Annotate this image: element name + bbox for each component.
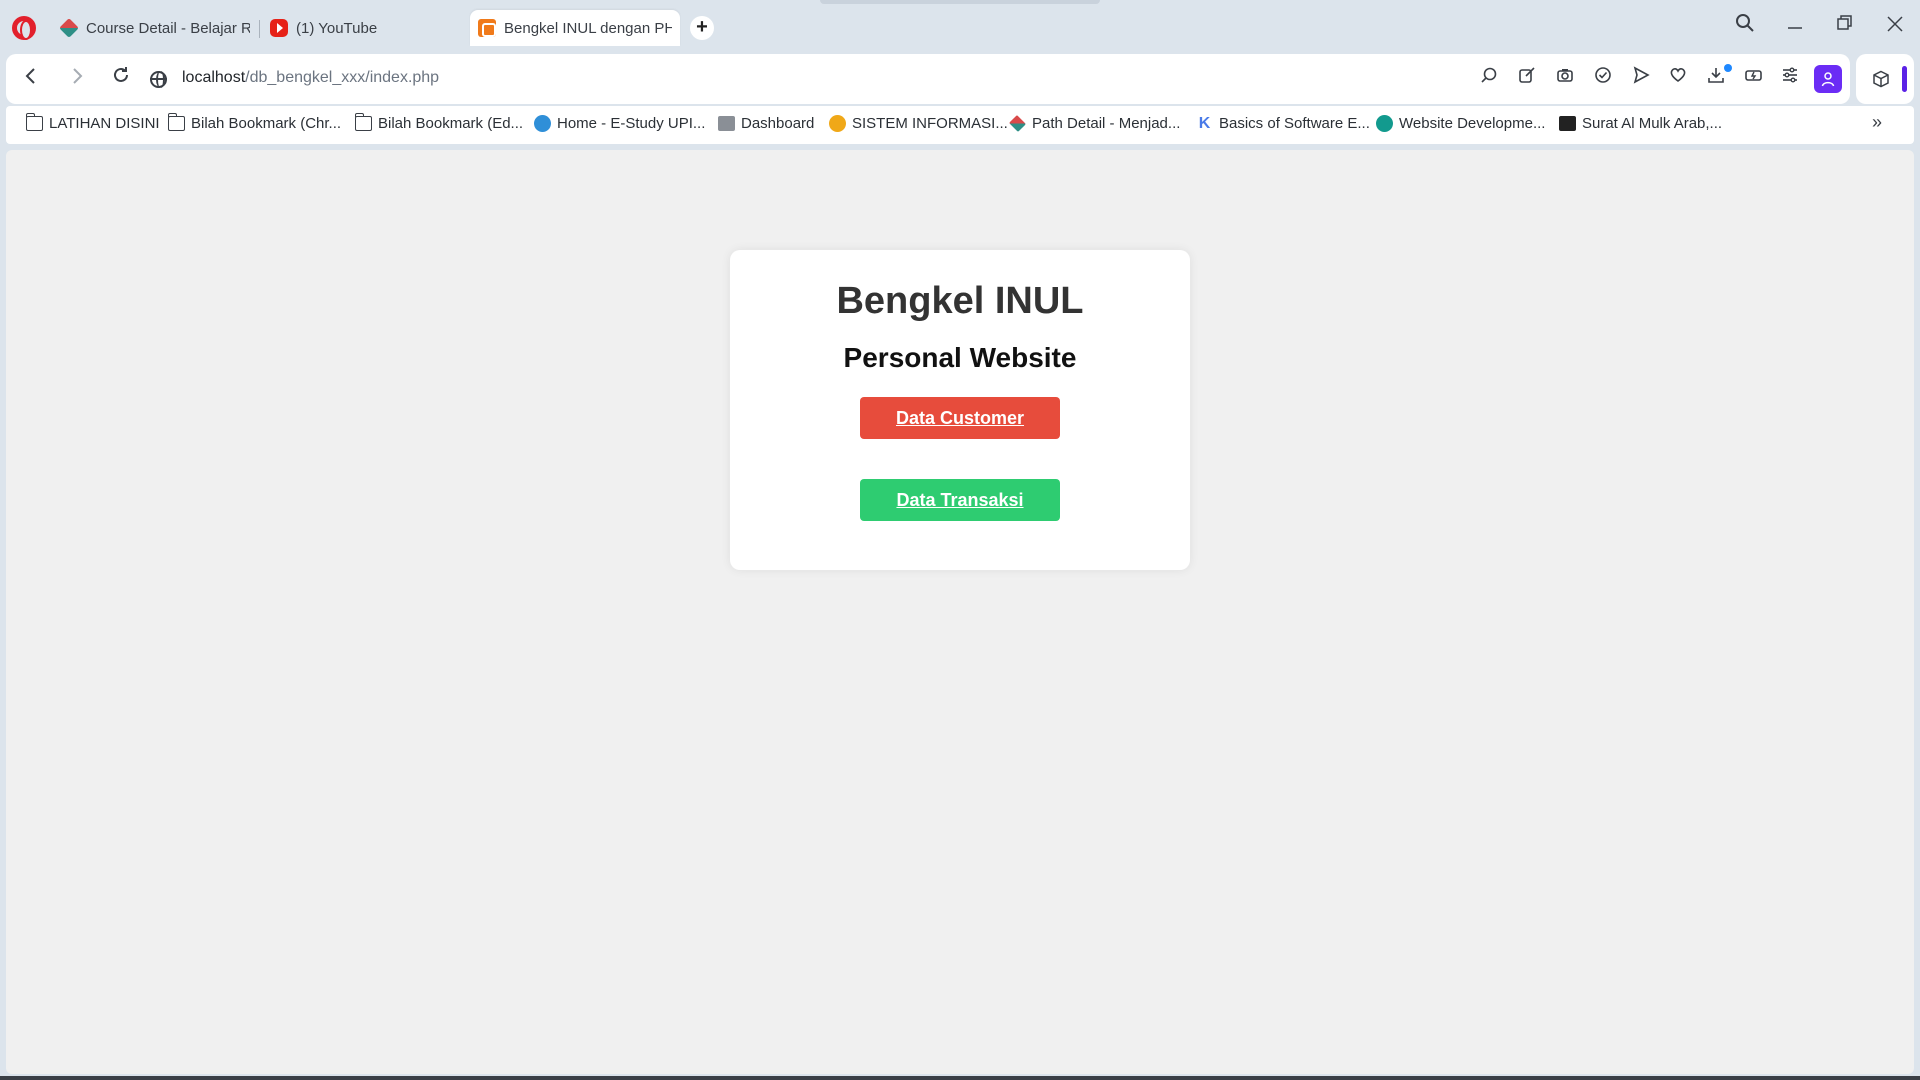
tab-strip: Course Detail - Belajar Re (1) YouTube B… [0,0,1920,54]
extensions-cube-icon[interactable] [1868,66,1894,92]
opera-logo-icon[interactable] [12,16,36,40]
restore-icon[interactable] [1830,12,1860,42]
dicoding-icon [59,18,79,38]
tab-course-detail[interactable]: Course Detail - Belajar Re [52,10,258,46]
bookmark-label: Bilah Bookmark (Chr... [191,115,342,132]
bookmark-dashboard[interactable]: Dashboard [718,115,814,132]
profile-avatar-icon[interactable] [1814,65,1842,93]
shield-check-icon[interactable] [1590,66,1616,92]
battery-saver-icon[interactable] [1741,66,1767,92]
more-bookmarks-icon[interactable]: » [1872,112,1882,133]
tab-label: Course Detail - Belajar Re [86,19,250,37]
heart-icon[interactable] [1665,66,1691,92]
bookmark-bilah-chrome[interactable]: Bilah Bookmark (Chr... [167,113,342,132]
bookmark-label: Home - E-Study UPI... [557,115,706,132]
xampp-icon [478,19,496,37]
dashboard-icon [718,116,735,131]
quran-icon [1559,116,1576,131]
folder-icon [167,113,185,131]
bookmark-basics-software[interactable]: K Basics of Software E... [1196,115,1370,132]
dicoding-icon [1009,115,1026,132]
youtube-icon [270,19,288,37]
window-notch [820,0,1100,4]
close-icon[interactable] [1880,12,1910,42]
bookmark-sistem-informasi[interactable]: SISTEM INFORMASI... [829,115,1008,132]
bookmark-label: LATIHAN DISINI [49,115,160,132]
find-icon[interactable] [1476,66,1502,92]
bookmark-surat-al-mulk[interactable]: Surat Al Mulk Arab,... [1559,115,1722,132]
download-badge [1724,64,1732,72]
new-tab-button[interactable]: + [690,16,714,40]
bookmark-label: Path Detail - Menjad... [1032,115,1181,132]
send-icon[interactable] [1628,66,1654,92]
site-info-icon[interactable] [150,71,167,88]
data-customer-button[interactable]: Data Customer [860,397,1060,439]
page-title: Bengkel INUL [836,280,1084,322]
bookmark-label: Basics of Software E... [1219,115,1370,132]
sistem-icon [829,115,846,132]
bookmark-website-development[interactable]: Website Developme... [1376,115,1545,132]
address-field[interactable]: localhost/db_bengkel_xxx/index.php [182,69,439,87]
bookmark-bilah-edge[interactable]: Bilah Bookmark (Ed... [354,113,524,132]
k-icon: K [1198,115,1211,132]
camera-icon[interactable] [1552,66,1578,92]
sidebar-handle[interactable] [1902,66,1907,92]
bookmark-label: Website Developme... [1399,115,1546,132]
main-card: Bengkel INUL Personal Website Data Custo… [730,250,1190,570]
back-icon[interactable] [16,64,46,94]
browser-window: Course Detail - Belajar Re (1) YouTube B… [0,0,1920,1080]
bookmarks-bar: LATIHAN DISINI Bilah Bookmark (Chr... Bi… [6,106,1914,144]
tab-bengkel-inul[interactable]: Bengkel INUL dengan PHP [470,10,680,46]
extensions-panel [1856,54,1914,104]
edit-icon[interactable] [1514,66,1540,92]
forward-icon[interactable] [62,64,92,94]
data-transaksi-button[interactable]: Data Transaksi [860,479,1060,521]
url-host: localhost [182,69,246,86]
tab-youtube[interactable]: (1) YouTube [262,10,462,46]
easy-setup-icon[interactable] [1777,66,1803,92]
tab-separator [259,20,260,38]
page-viewport: Bengkel INUL Personal Website Data Custo… [6,150,1914,1074]
page-subtitle: Personal Website [843,342,1077,373]
bookmark-label: Bilah Bookmark (Ed... [378,115,524,132]
minimize-icon[interactable] [1780,12,1810,42]
globe-icon [1376,115,1393,132]
bookmark-label: SISTEM INFORMASI... [852,115,1008,132]
bookmark-label: Dashboard [741,115,815,132]
bookmark-estudy[interactable]: Home - E-Study UPI... [534,115,705,132]
estudy-icon [534,115,551,132]
bookmark-label: Surat Al Mulk Arab,... [1582,115,1723,132]
bookmark-latihan-disini[interactable]: LATIHAN DISINI [25,113,160,132]
address-toolbar: localhost/db_bengkel_xxx/index.php [6,54,1850,104]
reload-icon[interactable] [106,64,136,94]
folder-icon [354,113,372,131]
url-path: /db_bengkel_xxx/index.php [245,69,440,86]
folder-icon [25,113,43,131]
tab-search-icon[interactable] [1730,12,1760,42]
taskbar-edge [0,1076,1920,1080]
tab-label: Bengkel INUL dengan PHP [504,19,672,37]
bookmark-path-detail[interactable]: Path Detail - Menjad... [1009,115,1180,132]
tab-label: (1) YouTube [296,19,378,37]
